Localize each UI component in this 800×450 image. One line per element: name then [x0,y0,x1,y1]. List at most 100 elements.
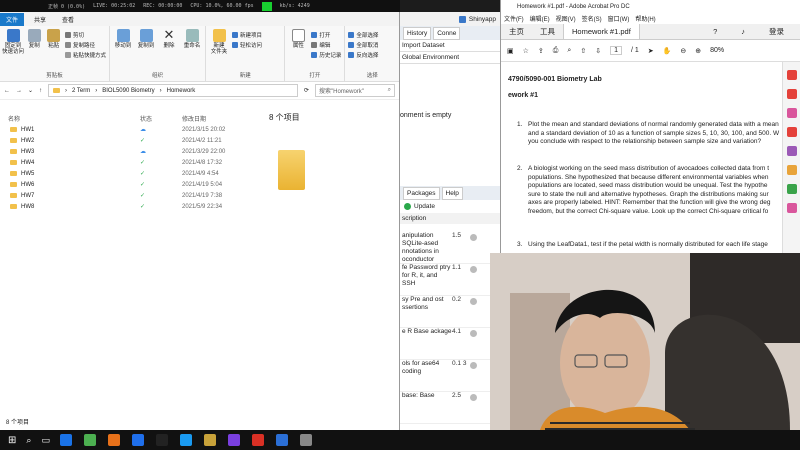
page-number-input[interactable]: 1 [610,46,622,55]
windows-start-icon[interactable]: ⊞ [8,435,16,446]
group-select: 全部选择 全部取消 反向选择 选择 [345,26,399,81]
refresh-icon[interactable]: ⟳ [304,87,309,94]
hand-icon[interactable]: ✋ [663,47,672,55]
menu-item[interactable]: 文件(F) [504,14,524,23]
tab-file[interactable]: 文件 [0,12,25,26]
tab-connections[interactable]: Conne [433,26,461,40]
organize-icon[interactable] [787,108,797,118]
back-icon[interactable]: ← [4,88,10,94]
login-button[interactable]: 登录 [761,23,792,40]
file-row[interactable]: HW3 ☁ 2021/3/29 22:00 [0,146,255,157]
tab-help[interactable]: Help [441,186,463,200]
taskbar-app-icon[interactable] [131,434,144,446]
remove-package-icon[interactable] [470,394,477,401]
easy-access-button[interactable]: 轻松访问 [232,41,262,49]
column-date[interactable]: 修改日期 [182,114,252,123]
edit-button[interactable]: 编辑 [311,41,341,49]
taskbar-app-icon[interactable] [179,434,192,446]
project-bar: Shinyapp [400,12,500,26]
upload-icon[interactable]: ⇪ [538,47,544,55]
protect-icon[interactable] [787,146,797,156]
address-bar[interactable]: › 2 Term › BIOL5090 Biometry › Homework [48,84,298,97]
file-date: 2021/4/19 5:04 [182,181,223,188]
remove-package-icon[interactable] [470,298,477,305]
taskbar-app-icon[interactable] [227,434,240,446]
breadcrumb-item[interactable]: Homework [167,88,196,94]
new-item-button[interactable]: 新建项目 [232,31,262,39]
recent-dropdown-icon[interactable]: ⌄ [28,87,33,94]
copy-path-button[interactable]: 复制路径 [64,41,106,49]
file-row[interactable]: HW2 ✓ 2021/4/2 11:21 [0,135,255,146]
save-icon[interactable]: ▣ [507,47,514,55]
fill-sign-icon[interactable] [787,184,797,194]
remove-package-icon[interactable] [470,362,477,369]
select-icon[interactable]: ➤ [648,47,654,55]
print-icon[interactable]: ⎙ [553,47,559,55]
task-view-icon[interactable]: ▭ [41,435,50,446]
file-row[interactable]: HW8 ✓ 2021/5/9 22:34 [0,201,255,212]
invert-selection-button[interactable]: 反向选择 [348,51,378,59]
zoom-select[interactable]: 80% [710,47,724,54]
taskbar-app-icon[interactable] [155,434,168,446]
next-page-icon[interactable]: ⇩ [595,47,601,55]
tab-home[interactable]: 主页 [501,23,532,40]
tab-history[interactable]: History [403,26,432,40]
pdf-tool-icon[interactable] [787,70,797,80]
tab-tools[interactable]: 工具 [532,23,563,40]
taskbar-app-icon[interactable] [203,434,216,446]
tab-packages[interactable]: Packages [403,186,440,200]
remove-package-icon[interactable] [470,234,477,241]
taskbar-app-icon[interactable] [299,434,312,446]
open-button[interactable]: 打开 [311,31,341,39]
menu-item[interactable]: 帮助(H) [635,14,655,23]
breadcrumb-item[interactable]: BIOL5090 Biometry [102,88,154,94]
tab-view[interactable]: 查看 [56,13,80,26]
project-name[interactable]: Shinyapp [469,16,496,23]
menu-item[interactable]: 视图(V) [556,14,576,23]
search-icon[interactable]: ⌕ [567,47,571,55]
taskbar-app-icon[interactable] [59,434,72,446]
column-name[interactable]: 名称 [0,114,140,123]
taskbar-app-icon[interactable] [275,434,288,446]
edit-pdf-icon[interactable] [787,127,797,137]
remove-package-icon[interactable] [470,266,477,273]
menu-item[interactable]: 窗口(W) [608,14,630,23]
zoom-out-icon[interactable]: ⊖ [680,47,686,55]
file-row[interactable]: HW7 ✓ 2021/4/19 7:38 [0,190,255,201]
more-tools-icon[interactable] [787,203,797,213]
taskbar-app-icon[interactable] [83,434,96,446]
tab-document[interactable]: Homework #1.pdf [563,24,640,39]
pdf-export-icon[interactable] [787,89,797,99]
file-row[interactable]: HW6 ✓ 2021/4/19 5:04 [0,179,255,190]
file-row[interactable]: HW4 ✓ 2021/4/8 17:32 [0,157,255,168]
menu-item[interactable]: 签名(S) [582,14,602,23]
tab-share[interactable]: 共享 [28,13,52,26]
menu-item[interactable]: 编辑(E) [530,14,550,23]
forward-icon[interactable]: → [16,88,22,94]
select-none-button[interactable]: 全部取消 [348,41,378,49]
search-icon[interactable]: ⌕ [26,435,31,446]
history-button[interactable]: 历史记录 [311,51,341,59]
prev-page-icon[interactable]: ⇧ [580,47,586,55]
update-button[interactable]: Update [400,200,500,213]
bell-icon[interactable]: ♪ [733,24,753,39]
paste-shortcut-button[interactable]: 粘贴快捷方式 [64,51,106,59]
select-all-button[interactable]: 全部选择 [348,31,378,39]
zoom-in-icon[interactable]: ⊕ [695,47,701,55]
global-env-select[interactable]: Global Environment [400,52,500,64]
file-row[interactable]: HW5 ✓ 2021/4/9 4:54 [0,168,255,179]
search-input[interactable]: 搜索"Homework" ⌕ [315,84,395,97]
taskbar-app-icon[interactable] [107,434,120,446]
column-status[interactable]: 状态 [140,114,182,123]
remove-package-icon[interactable] [470,330,477,337]
cut-button[interactable]: 剪切 [64,31,106,39]
star-icon[interactable]: ☆ [523,47,529,55]
breadcrumb-item[interactable]: 2 Term [72,88,90,94]
file-row[interactable]: HW1 ☁ 2021/3/15 20:02 [0,124,255,135]
help-icon[interactable]: ? [705,24,725,39]
taskbar-app-icon[interactable] [251,434,264,446]
path-icon [64,42,71,48]
up-icon[interactable]: ↑ [39,88,42,94]
import-dataset-button[interactable]: Import Dataset [400,40,500,52]
comment-icon[interactable] [787,165,797,175]
